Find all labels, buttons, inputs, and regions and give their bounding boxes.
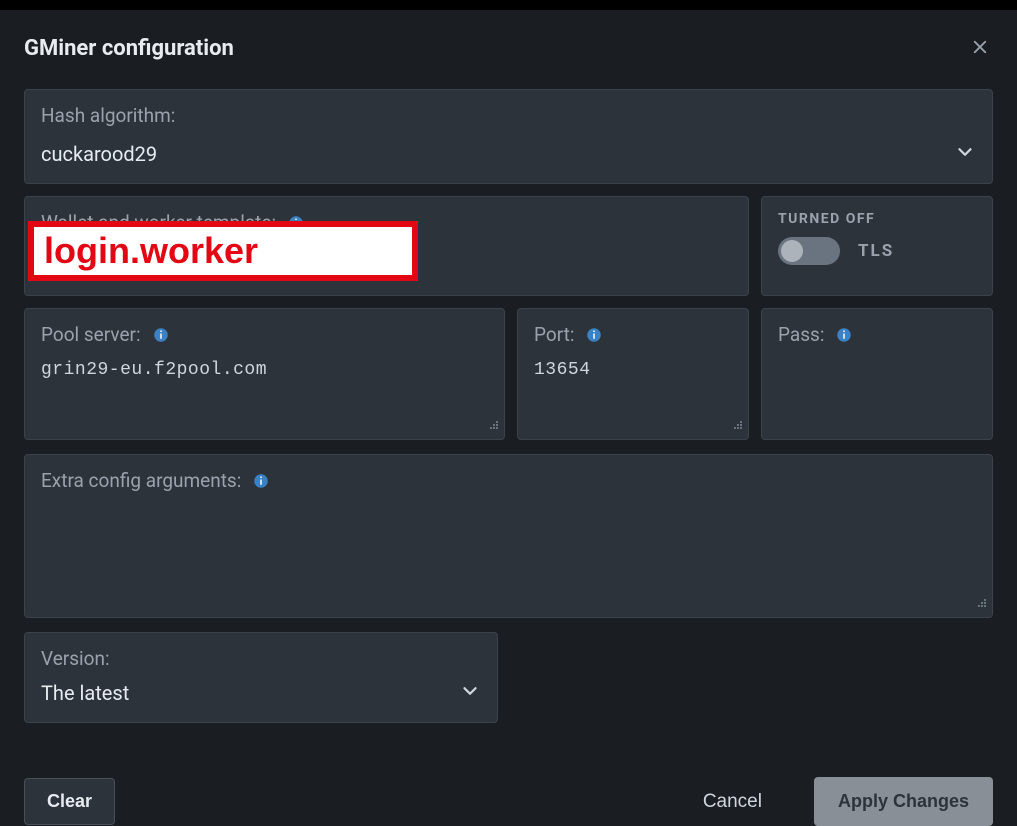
port-label-text: Port: — [534, 323, 574, 346]
resize-handle-icon[interactable] — [732, 416, 744, 435]
tls-panel: TURNED OFF TLS — [761, 196, 993, 296]
pass-label-text: Pass: — [778, 323, 824, 346]
extra-config-field[interactable]: Extra config arguments: — [24, 454, 993, 618]
clear-button[interactable]: Clear — [24, 778, 115, 825]
pool-server-value: grin29-eu.f2pool.com — [41, 360, 488, 380]
version-select[interactable]: Version: The latest — [24, 632, 498, 723]
cancel-button[interactable]: Cancel — [681, 779, 784, 825]
window-topbar — [0, 0, 1017, 10]
extra-config-label: Extra config arguments: — [41, 469, 976, 492]
info-icon[interactable] — [584, 325, 604, 345]
close-icon[interactable] — [967, 36, 993, 63]
pass-label: Pass: — [778, 323, 976, 346]
hash-algorithm-label: Hash algorithm: — [41, 104, 976, 127]
port-field[interactable]: Port: 13654 — [517, 308, 749, 440]
tls-status-label: TURNED OFF — [778, 211, 976, 227]
highlight-overlay: login.worker — [28, 221, 418, 281]
hash-algorithm-value: cuckarood29 — [41, 142, 157, 166]
apply-changes-button[interactable]: Apply Changes — [814, 777, 993, 826]
resize-handle-icon[interactable] — [488, 416, 500, 435]
port-label: Port: — [534, 323, 732, 346]
extra-config-label-text: Extra config arguments: — [41, 469, 241, 492]
modal-header: GMiner configuration — [24, 36, 993, 63]
info-icon[interactable] — [834, 325, 854, 345]
resize-handle-icon[interactable] — [976, 594, 988, 613]
modal-title: GMiner configuration — [24, 36, 234, 61]
version-label: Version: — [41, 647, 481, 670]
pool-server-field[interactable]: Pool server: grin29-eu.f2pool.com — [24, 308, 505, 440]
info-icon[interactable] — [151, 325, 171, 345]
chevron-down-icon — [459, 680, 481, 706]
hash-algorithm-select[interactable]: Hash algorithm: cuckarood29 — [24, 89, 993, 184]
gminer-config-modal: GMiner configuration Hash algorithm: cuc… — [0, 10, 1017, 826]
toggle-knob — [781, 240, 803, 262]
pool-server-label: Pool server: — [41, 323, 488, 346]
chevron-down-icon — [954, 141, 976, 167]
tls-label: TLS — [858, 241, 894, 261]
pool-server-label-text: Pool server: — [41, 323, 141, 346]
info-icon[interactable] — [251, 471, 271, 491]
version-value: The latest — [41, 681, 129, 705]
port-value: 13654 — [534, 360, 732, 380]
modal-footer: Clear Cancel Apply Changes — [24, 777, 993, 826]
pass-field[interactable]: Pass: — [761, 308, 993, 440]
tls-toggle[interactable] — [778, 237, 840, 265]
highlight-overlay-text: login.worker — [44, 230, 258, 272]
